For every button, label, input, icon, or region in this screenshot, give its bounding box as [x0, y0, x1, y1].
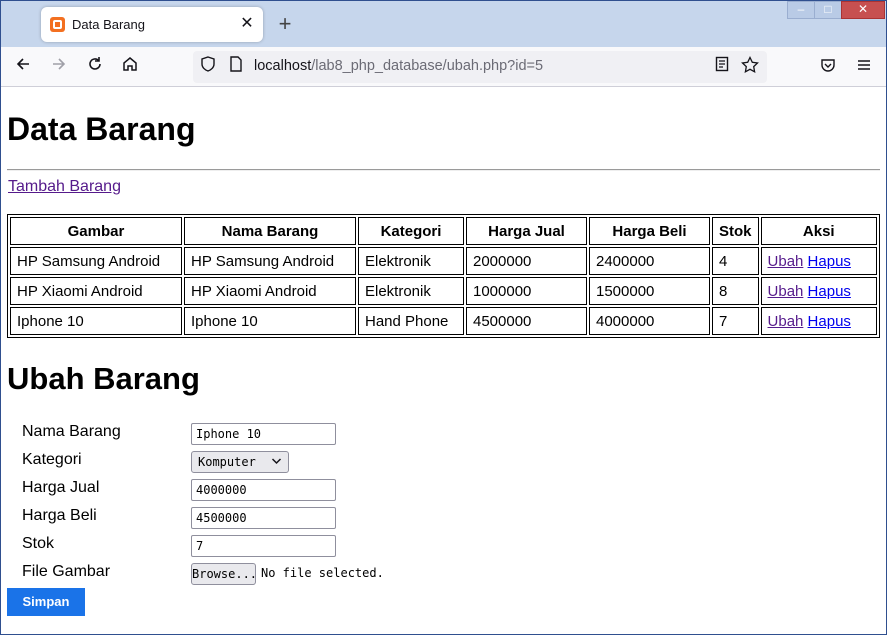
cell-aksi: Ubah Hapus — [760, 247, 877, 275]
cell-nama: HP Xiaomi Android — [184, 277, 356, 305]
header-harga-beli: Harga Beli — [589, 217, 710, 245]
nama-input[interactable]: Iphone 10 — [191, 423, 336, 445]
edit-link[interactable]: Ubah — [768, 283, 804, 300]
minimize-icon[interactable]: – — [787, 1, 815, 19]
page-title: Data Barang — [7, 111, 196, 147]
delete-link[interactable]: Hapus — [808, 253, 851, 270]
header-gambar: Gambar — [10, 217, 182, 245]
table-row: HP Samsung Android HP Samsung Android El… — [10, 247, 877, 275]
reload-icon[interactable] — [83, 55, 107, 79]
browse-button[interactable]: Browse... — [191, 563, 257, 585]
chevron-down-icon — [271, 454, 282, 471]
maximize-icon[interactable]: □ — [814, 1, 842, 19]
edit-link[interactable]: Ubah — [768, 253, 804, 270]
nama-label: Nama Barang — [22, 423, 121, 440]
tab-title: Data Barang — [72, 17, 145, 32]
back-icon[interactable] — [11, 55, 35, 79]
cell-kategori: Elektronik — [358, 277, 464, 305]
header-nama-barang: Nama Barang — [184, 217, 356, 245]
cell-harga-jual: 4500000 — [466, 307, 587, 335]
kategori-label: Kategori — [22, 451, 82, 468]
shield-icon[interactable] — [197, 56, 219, 78]
items-table: Gambar Nama Barang Kategori Harga Jual H… — [7, 214, 880, 338]
delete-link[interactable]: Hapus — [808, 283, 851, 300]
home-icon[interactable] — [118, 55, 142, 79]
cell-nama: Iphone 10 — [184, 307, 356, 335]
tab-strip: Data Barang ✕ + – □ ✕ — [1, 1, 886, 47]
cell-kategori: Hand Phone — [358, 307, 464, 335]
cell-stok: 8 — [712, 277, 759, 305]
cell-harga-jual: 2000000 — [466, 247, 587, 275]
file-label: File Gambar — [22, 563, 111, 580]
cell-harga-jual: 1000000 — [466, 277, 587, 305]
add-item-link[interactable]: Tambah Barang — [8, 178, 121, 196]
page-icon[interactable] — [225, 56, 247, 78]
nav-bar: localhost/lab8_php_database/ubah.php?id=… — [1, 47, 886, 87]
forward-icon[interactable] — [47, 55, 71, 79]
stok-label: Stok — [22, 535, 55, 552]
delete-link[interactable]: Hapus — [808, 313, 851, 330]
cell-harga-beli: 4000000 — [589, 307, 710, 335]
harga-beli-label: Harga Beli — [22, 507, 97, 524]
cell-gambar: Iphone 10 — [10, 307, 182, 335]
harga-jual-label: Harga Jual — [22, 479, 100, 496]
table-row: HP Xiaomi Android HP Xiaomi Android Elek… — [10, 277, 877, 305]
harga-beli-input[interactable]: 4500000 — [191, 507, 336, 529]
cell-harga-beli: 2400000 — [589, 247, 710, 275]
new-tab-icon[interactable]: + — [275, 13, 295, 35]
header-stok: Stok — [712, 217, 759, 245]
harga-jual-input[interactable]: 4000000 — [191, 479, 336, 501]
tab-close-icon[interactable]: ✕ — [238, 14, 256, 34]
header-aksi: Aksi — [760, 217, 877, 245]
cell-aksi: Ubah Hapus — [760, 277, 877, 305]
header-harga-jual: Harga Jual — [466, 217, 587, 245]
kategori-selected: Komputer — [198, 455, 256, 469]
cell-stok: 4 — [712, 247, 759, 275]
bookmark-star-icon[interactable] — [739, 55, 761, 78]
cell-stok: 7 — [712, 307, 759, 335]
cell-gambar: HP Xiaomi Android — [10, 277, 182, 305]
edit-link[interactable]: Ubah — [768, 313, 804, 330]
table-row: Iphone 10 Iphone 10 Hand Phone 4500000 4… — [10, 307, 877, 335]
window-close-icon[interactable]: ✕ — [841, 1, 885, 19]
divider — [7, 169, 880, 171]
file-status: No file selected. — [261, 566, 384, 580]
cell-kategori: Elektronik — [358, 247, 464, 275]
cell-aksi: Ubah Hapus — [760, 307, 877, 335]
page-content: Data Barang Tambah Barang Gambar Nama Ba… — [1, 88, 886, 634]
cell-nama: HP Samsung Android — [184, 247, 356, 275]
xampp-favicon-icon — [50, 17, 65, 32]
menu-icon[interactable] — [852, 55, 876, 79]
reader-icon[interactable] — [711, 56, 733, 78]
pocket-icon[interactable] — [816, 55, 840, 79]
url-bar[interactable]: localhost/lab8_php_database/ubah.php?id=… — [193, 51, 767, 83]
form-title: Ubah Barang — [7, 361, 200, 396]
table-header-row: Gambar Nama Barang Kategori Harga Jual H… — [10, 217, 877, 245]
browser-window: Data Barang ✕ + – □ ✕ localhost/lab8_php… — [0, 0, 887, 635]
url-text[interactable]: localhost/lab8_php_database/ubah.php?id=… — [254, 58, 543, 74]
kategori-select[interactable]: Komputer — [191, 451, 289, 473]
cell-harga-beli: 1500000 — [589, 277, 710, 305]
header-kategori: Kategori — [358, 217, 464, 245]
cell-gambar: HP Samsung Android — [10, 247, 182, 275]
save-button[interactable]: Simpan — [7, 588, 85, 616]
tab-data-barang[interactable]: Data Barang ✕ — [41, 7, 263, 42]
stok-input[interactable]: 7 — [191, 535, 336, 557]
